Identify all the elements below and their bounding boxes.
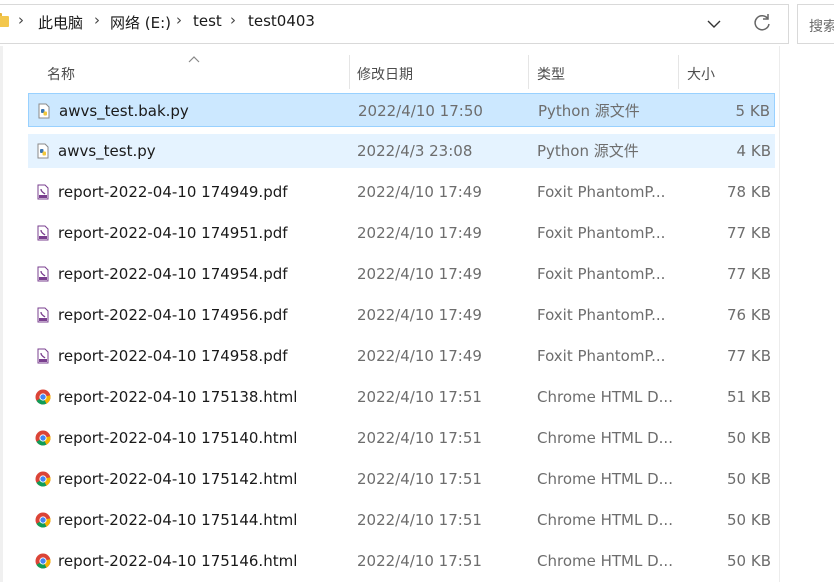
file-type: Chrome HTML D... xyxy=(537,388,673,406)
folder-icon xyxy=(0,13,9,27)
file-name: report-2022-04-10 175142.html xyxy=(58,470,298,488)
file-name: report-2022-04-10 175146.html xyxy=(58,552,298,570)
file-size: 50 KB xyxy=(727,552,771,570)
file-row[interactable]: awvs_test.bak.py 2022/4/10 17:50 Python 源文… xyxy=(28,93,775,127)
column-header-type-label: 类型 xyxy=(537,67,565,83)
breadcrumb-test0403[interactable]: test0403 xyxy=(248,12,315,30)
file-row[interactable]: report-2022-04-10 174951.pdf 2022/4/10 17… xyxy=(28,216,775,250)
file-date-modified: 2022/4/10 17:49 xyxy=(357,347,482,365)
file-row[interactable]: report-2022-04-10 175140.html 2022/4/10 1… xyxy=(28,421,775,455)
file-row[interactable]: report-2022-04-10 175146.html 2022/4/10 1… xyxy=(28,544,775,578)
file-row[interactable]: report-2022-04-10 175142.html 2022/4/10 1… xyxy=(28,462,775,496)
file-name: report-2022-04-10 175138.html xyxy=(58,388,298,406)
file-row[interactable]: report-2022-04-10 174949.pdf 2022/4/10 17… xyxy=(28,175,775,209)
scrollbar-track[interactable] xyxy=(779,46,780,582)
file-row[interactable]: awvs_test.py 2022/4/3 23:08 Python 源文件 4 KB xyxy=(28,134,775,168)
file-name: report-2022-04-10 174954.pdf xyxy=(58,265,288,283)
file-name: report-2022-04-10 174958.pdf xyxy=(58,347,288,365)
file-type: Chrome HTML D... xyxy=(537,429,673,447)
file-date-modified: 2022/4/10 17:51 xyxy=(357,511,482,529)
column-header-name[interactable]: 名称 xyxy=(28,55,348,89)
chevron-right-icon[interactable]: › xyxy=(230,11,236,29)
column-header-date-label: 修改日期 xyxy=(357,67,413,83)
breadcrumb-this-pc[interactable]: 此电脑 xyxy=(38,12,83,33)
breadcrumb-network-drive[interactable]: 网络 (E:) xyxy=(110,12,171,33)
chevron-right-icon[interactable]: › xyxy=(94,11,100,29)
column-header-size-label: 大小 xyxy=(687,67,715,83)
file-name: report-2022-04-10 174951.pdf xyxy=(58,224,288,242)
file-date-modified: 2022/4/10 17:50 xyxy=(358,102,483,120)
file-date-modified: 2022/4/10 17:51 xyxy=(357,388,482,406)
file-size: 77 KB xyxy=(727,347,771,365)
nav-pane-edge xyxy=(0,46,3,582)
file-date-modified: 2022/4/10 17:51 xyxy=(357,429,482,447)
file-name: report-2022-04-10 175140.html xyxy=(58,429,298,447)
file-type: Chrome HTML D... xyxy=(537,511,673,529)
file-size: 51 KB xyxy=(727,388,771,406)
file-type: Foxit PhantomP... xyxy=(537,347,666,365)
chevron-right-icon[interactable]: › xyxy=(176,11,182,29)
file-name: awvs_test.py xyxy=(58,142,156,160)
column-header-name-label: 名称 xyxy=(47,67,75,83)
file-size: 78 KB xyxy=(727,183,771,201)
file-row[interactable]: report-2022-04-10 175138.html 2022/4/10 1… xyxy=(28,380,775,414)
breadcrumb-test[interactable]: test xyxy=(193,12,222,30)
file-row[interactable]: report-2022-04-10 174956.pdf 2022/4/10 17… xyxy=(28,298,775,332)
address-bar: › 此电脑 › 网络 (E:) › test › test0403 搜索 xyxy=(0,0,834,46)
file-size: 50 KB xyxy=(727,429,771,447)
file-type: Foxit PhantomP... xyxy=(537,265,666,283)
file-type: Foxit PhantomP... xyxy=(537,224,666,242)
file-type: Chrome HTML D... xyxy=(537,552,673,570)
file-row[interactable]: report-2022-04-10 174958.pdf 2022/4/10 17… xyxy=(28,339,775,373)
file-date-modified: 2022/4/10 17:51 xyxy=(357,470,482,488)
search-placeholder: 搜索 xyxy=(809,19,834,35)
file-size: 50 KB xyxy=(727,470,771,488)
file-type: Foxit PhantomP... xyxy=(537,183,666,201)
file-name: report-2022-04-10 174956.pdf xyxy=(58,306,288,324)
column-header-type[interactable]: 类型 xyxy=(529,55,677,89)
file-name: awvs_test.bak.py xyxy=(59,102,189,120)
refresh-icon[interactable] xyxy=(750,11,774,35)
file-type: Python 源文件 xyxy=(537,142,639,160)
file-size: 76 KB xyxy=(727,306,771,324)
file-size: 77 KB xyxy=(727,265,771,283)
file-row[interactable]: report-2022-04-10 175144.html 2022/4/10 1… xyxy=(28,503,775,537)
file-type: Foxit PhantomP... xyxy=(537,306,666,324)
file-type: Python 源文件 xyxy=(538,102,640,120)
column-header-date[interactable]: 修改日期 xyxy=(350,55,528,89)
chevron-right-icon[interactable]: › xyxy=(18,11,24,29)
file-date-modified: 2022/4/10 17:49 xyxy=(357,265,482,283)
file-name: report-2022-04-10 175144.html xyxy=(58,511,298,529)
search-input[interactable]: 搜索 xyxy=(797,4,834,44)
chevron-down-icon[interactable] xyxy=(704,14,724,34)
file-date-modified: 2022/4/10 17:49 xyxy=(357,183,482,201)
file-date-modified: 2022/4/3 23:08 xyxy=(357,142,473,160)
file-name: report-2022-04-10 174949.pdf xyxy=(58,183,288,201)
file-date-modified: 2022/4/10 17:51 xyxy=(357,552,482,570)
file-size: 77 KB xyxy=(727,224,771,242)
file-row[interactable]: report-2022-04-10 174954.pdf 2022/4/10 17… xyxy=(28,257,775,291)
file-size: 5 KB xyxy=(735,102,770,120)
file-size: 4 KB xyxy=(736,142,771,160)
file-size: 50 KB xyxy=(727,511,771,529)
file-type: Chrome HTML D... xyxy=(537,470,673,488)
file-date-modified: 2022/4/10 17:49 xyxy=(357,224,482,242)
column-header-size[interactable]: 大小 xyxy=(679,55,775,89)
file-date-modified: 2022/4/10 17:49 xyxy=(357,306,482,324)
